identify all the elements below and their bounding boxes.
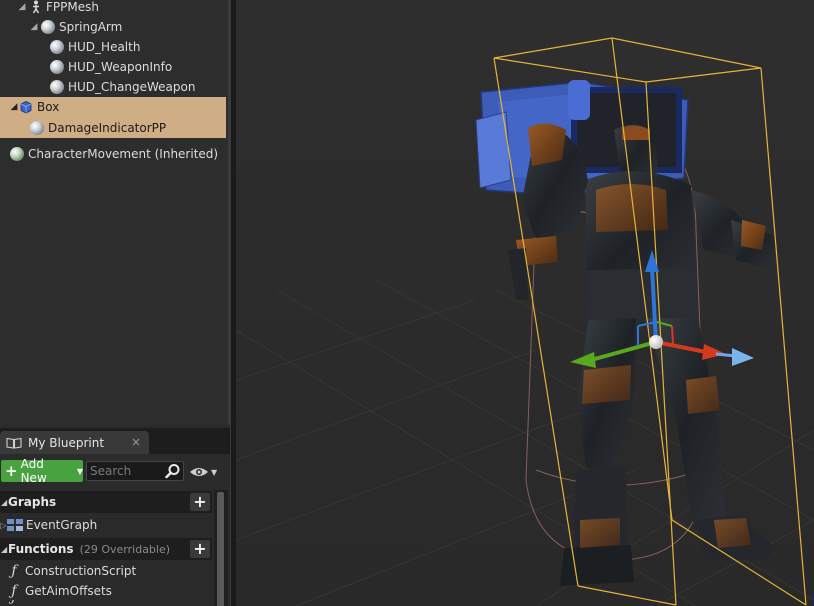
search-field[interactable]	[86, 461, 184, 481]
list-item-label: EventGraph	[26, 518, 98, 532]
tree-item-label: DamageIndicatorPP	[48, 120, 167, 135]
collapse-arrow-icon[interactable]: ◢	[1, 498, 8, 507]
search-icon[interactable]	[165, 463, 181, 479]
tree-item-damageindicatorpp[interactable]: DamageIndicatorPP	[0, 117, 226, 138]
collapse-arrow-icon[interactable]: ◢	[17, 2, 27, 12]
expand-arrow-icon[interactable]: ▷	[0, 521, 7, 530]
collapse-arrow-icon[interactable]: ◢	[29, 22, 39, 32]
list-item-constructionscript[interactable]: ƒ ConstructionScript	[0, 561, 212, 581]
widget-component-icon	[50, 60, 64, 74]
scrollbar-thumb[interactable]	[217, 492, 224, 606]
viewport-scene	[236, 0, 814, 606]
add-function-button[interactable]: +	[190, 540, 210, 558]
tree-item-label: HUD_Health	[68, 40, 141, 54]
graphs-section-header[interactable]: ◢ Graphs +	[0, 491, 212, 513]
viewport[interactable]	[236, 0, 814, 606]
tree-item-label: FPPMesh	[46, 0, 99, 14]
close-icon[interactable]: ×	[131, 435, 141, 449]
tree-item-hud-weaponinfo[interactable]: HUD_WeaponInfo	[0, 57, 226, 77]
scene-component-icon	[41, 20, 55, 34]
tree-item-label: SpringArm	[59, 20, 123, 34]
tree-item-springarm[interactable]: ◢ SpringArm	[0, 17, 226, 37]
section-title: Graphs	[8, 495, 57, 509]
my-blueprint-toolbar: + Add New ▼ ▼	[0, 454, 230, 488]
tree-item-label: CharacterMovement (Inherited)	[28, 147, 219, 161]
widget-component-icon	[50, 40, 64, 54]
add-new-label: Add New	[20, 457, 47, 485]
widget-component-icon	[50, 80, 64, 94]
tree-item-hud-health[interactable]: HUD_Health	[0, 37, 226, 57]
function-icon: ƒ	[11, 583, 17, 599]
list-item-label: GetAimOffsets	[25, 584, 112, 598]
list-item-partial[interactable]: ƒ	[0, 600, 212, 606]
tree-item-charactermovement[interactable]: CharacterMovement (Inherited)	[0, 144, 226, 164]
tree-item-hud-changeweapon[interactable]: HUD_ChangeWeapon	[0, 77, 226, 97]
tree-item-label: Box	[37, 100, 60, 114]
gizmo-pivot[interactable]	[649, 335, 663, 349]
search-input[interactable]	[90, 464, 166, 478]
collapse-arrow-icon[interactable]: ◢	[1, 545, 8, 554]
book-icon	[6, 437, 22, 449]
function-icon: ƒ	[11, 563, 17, 579]
chevron-down-icon: ▼	[76, 466, 83, 476]
add-graph-button[interactable]: +	[190, 493, 210, 511]
plus-icon: +	[5, 461, 18, 480]
section-subtitle: (29 Overridable)	[79, 542, 171, 556]
event-graph-icon	[7, 519, 23, 531]
chevron-down-icon: ▼	[211, 467, 218, 477]
list-item-eventgraph[interactable]: ▷ EventGraph	[0, 515, 212, 535]
tree-item-label: HUD_ChangeWeapon	[68, 80, 196, 94]
collapse-arrow-icon[interactable]: ◢	[9, 102, 19, 112]
tree-item-box[interactable]: ◢ Box	[0, 97, 226, 117]
my-blueprint-tabbar: My Blueprint ×	[0, 428, 230, 454]
tree-item-fppmesh[interactable]: ◢ FPPMesh	[0, 0, 226, 17]
box-collision-icon	[20, 101, 32, 114]
view-options-button[interactable]: ▼	[189, 463, 223, 481]
movement-component-icon	[10, 147, 24, 161]
left-panel: ◢ FPPMesh ◢ SpringArm HUD_Health HUD_Wea…	[0, 0, 230, 606]
functions-section-header[interactable]: ◢ Functions (29 Overridable) +	[0, 538, 212, 560]
list-item-getaimoffsets[interactable]: ƒ GetAimOffsets	[0, 581, 212, 601]
eye-icon	[190, 468, 208, 476]
function-icon: ƒ	[5, 600, 23, 605]
components-tree: ◢ FPPMesh ◢ SpringArm HUD_Health HUD_Wea…	[0, 0, 228, 425]
add-new-button[interactable]: + Add New ▼	[1, 457, 83, 485]
tree-item-label: HUD_WeaponInfo	[68, 60, 173, 74]
skeletal-mesh-icon	[32, 0, 40, 14]
tab-my-blueprint[interactable]: My Blueprint ×	[0, 431, 149, 454]
postprocess-component-icon	[30, 120, 44, 135]
tab-label: My Blueprint	[28, 435, 105, 450]
section-title: Functions	[8, 542, 74, 556]
list-item-label: ConstructionScript	[25, 564, 137, 578]
my-blueprint-scrollbar[interactable]	[214, 490, 228, 606]
